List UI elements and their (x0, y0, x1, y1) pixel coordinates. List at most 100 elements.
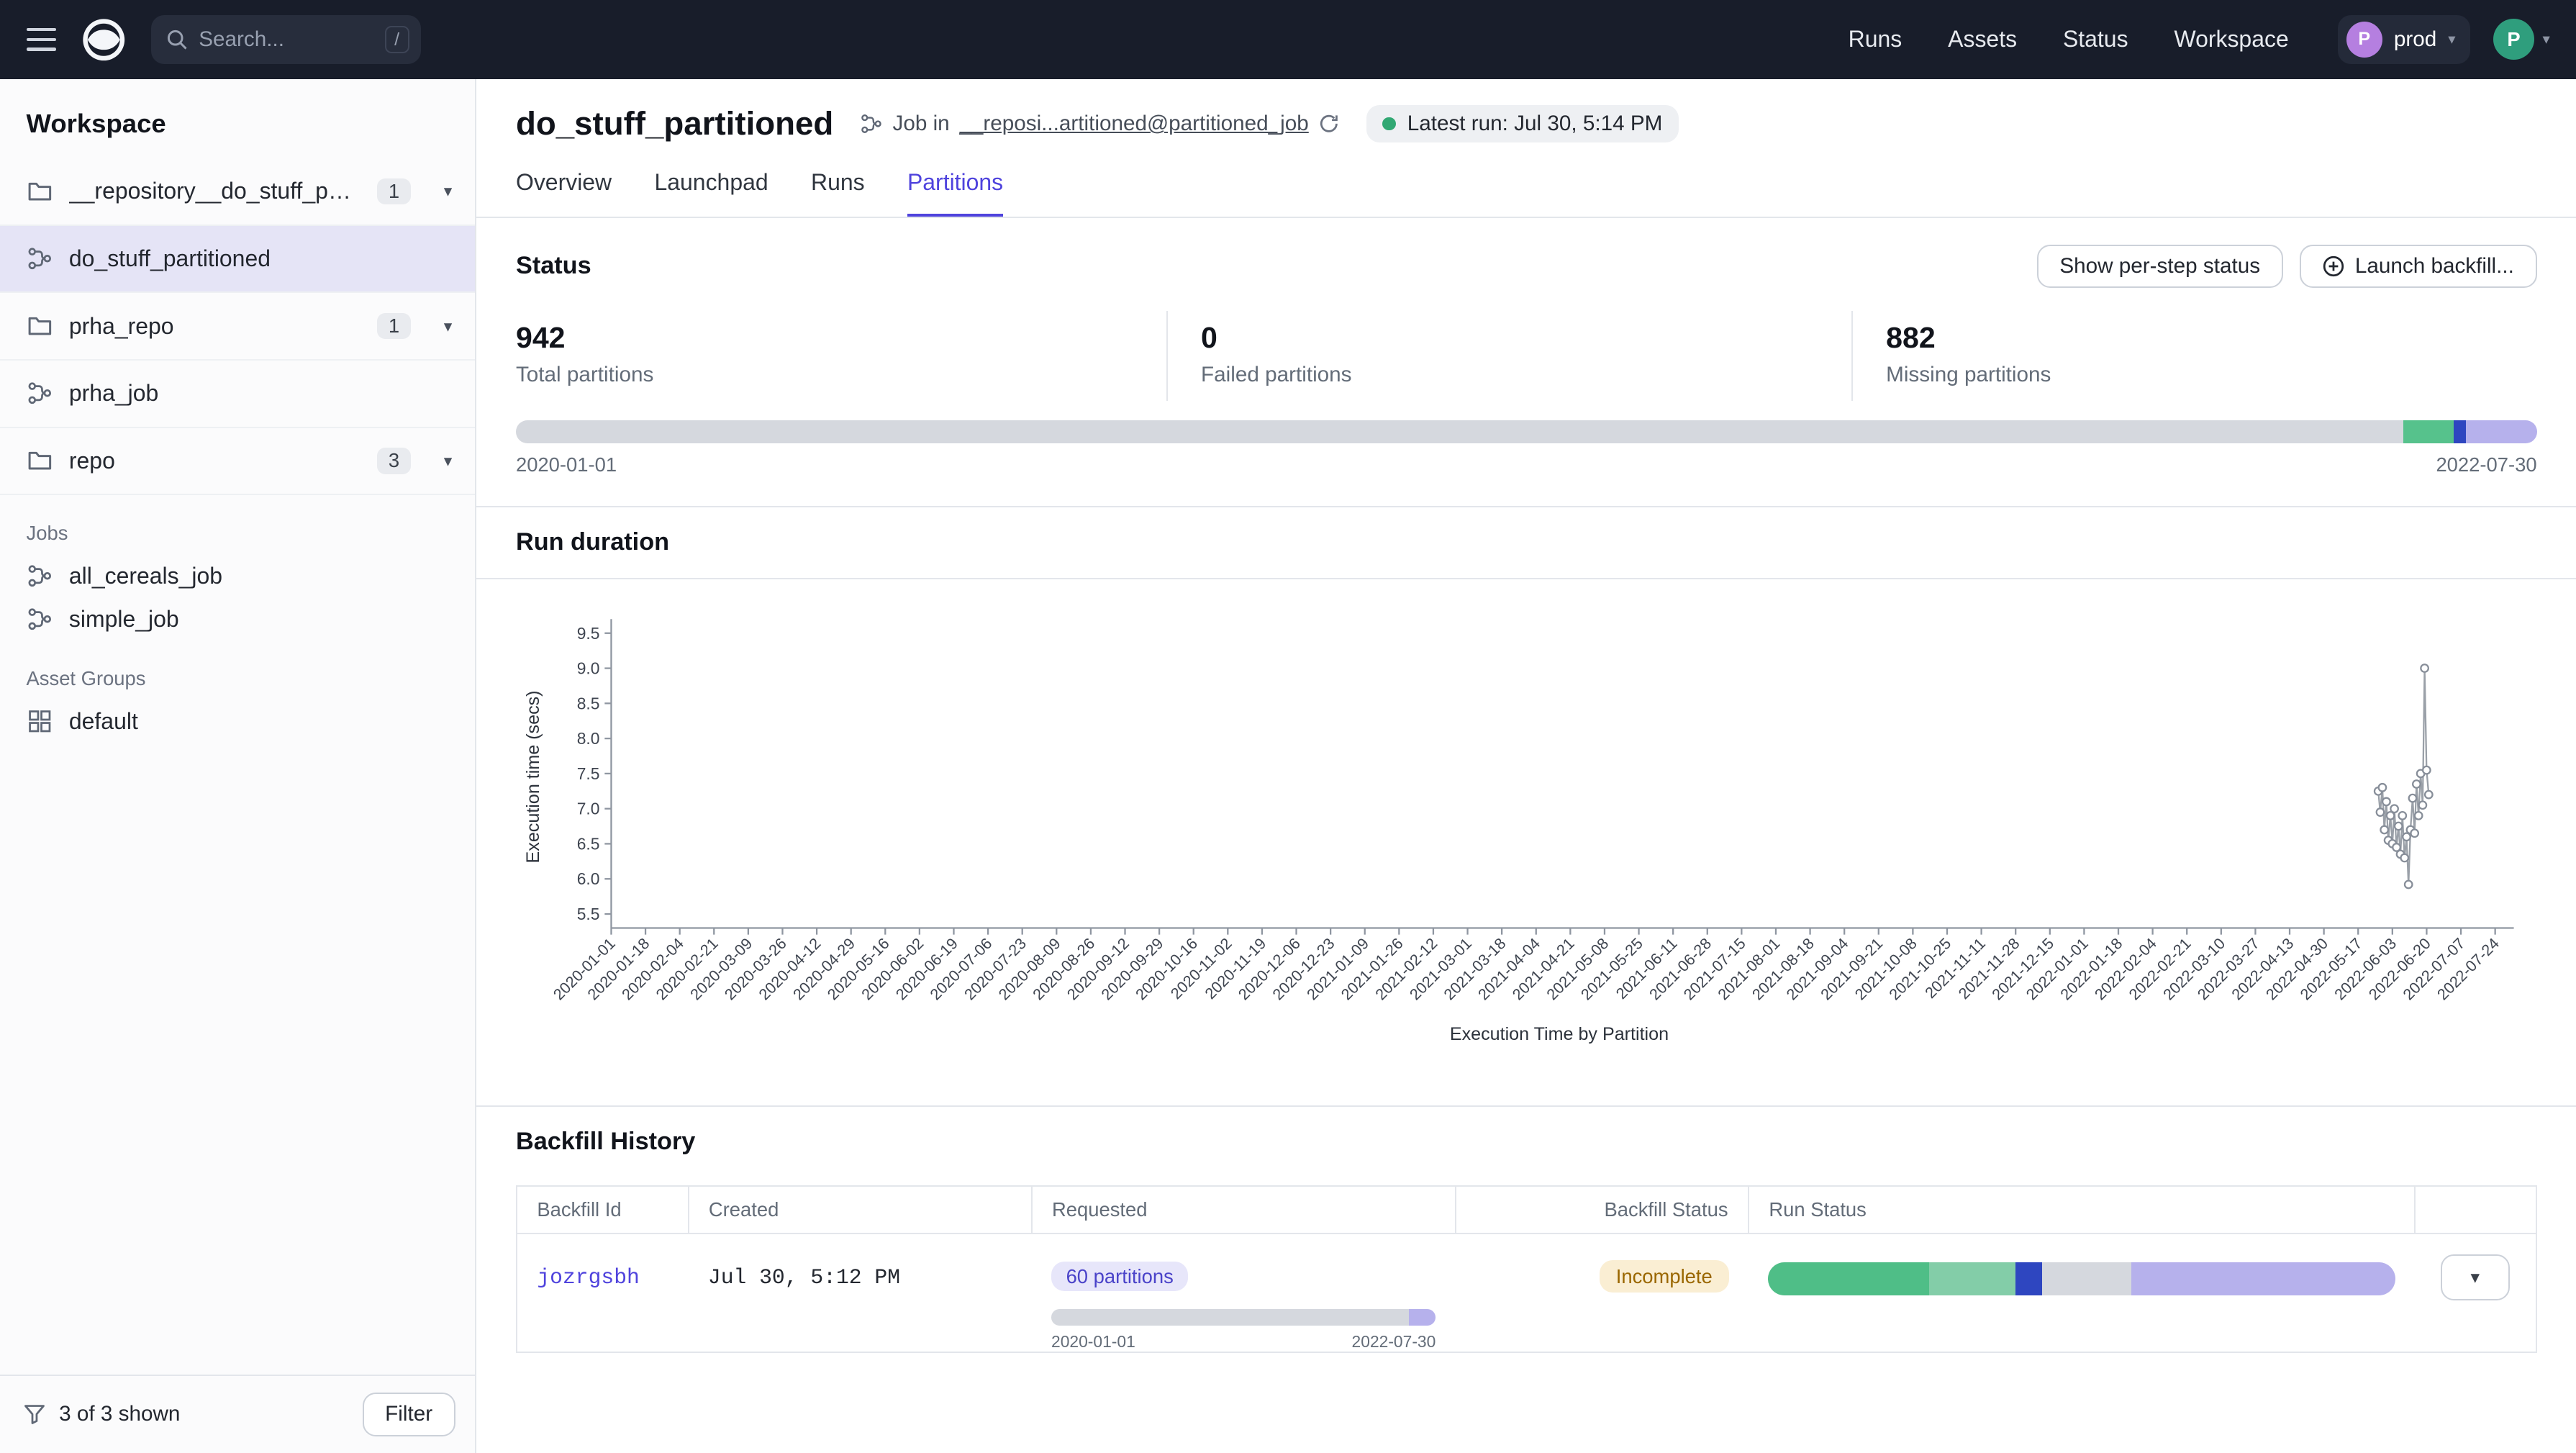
partition-bar-labels: 2020-01-01 2022-07-30 (516, 453, 2537, 476)
backfill-row-menu-button[interactable]: ▾ (2441, 1254, 2510, 1300)
backfill-status-badge: Incomplete (1600, 1260, 1729, 1293)
sidebar-item-default[interactable]: default (0, 700, 475, 743)
search-placeholder: Search... (199, 27, 373, 52)
backfill-table-row: jozrgsbh Jul 30, 5:12 PM 60 partitions 2… (517, 1234, 2536, 1352)
tab-runs[interactable]: Runs (811, 169, 865, 217)
status-section-title: Status (516, 252, 591, 280)
chevron-down-icon[interactable]: ▾ (444, 317, 452, 336)
dagster-logo-icon[interactable] (79, 15, 129, 65)
svg-text:9.5: 9.5 (577, 623, 600, 642)
search-icon (166, 29, 188, 50)
partition-stats: 942Total partitions0Failed partitions882… (516, 311, 2537, 400)
job-icon (27, 606, 53, 633)
tab-overview[interactable]: Overview (516, 169, 612, 217)
bar-segment (2403, 420, 2454, 443)
stat-label: Missing partitions (1886, 363, 2536, 387)
nav-link-runs[interactable]: Runs (1849, 26, 1902, 53)
job-icon (27, 563, 53, 589)
data-point (2421, 664, 2428, 672)
job-icon (27, 245, 53, 272)
stat-value: 0 (1201, 321, 1851, 355)
requested-range-labels: 2020-01-01 2022-07-30 (1051, 1332, 1436, 1352)
filter-icon (23, 1403, 46, 1426)
data-point (2398, 812, 2406, 820)
chart-y-axis-label: Execution time (secs) (523, 690, 543, 863)
sidebar-footer: 3 of 3 shown Filter (0, 1375, 475, 1452)
chevron-down-icon[interactable]: ▾ (444, 451, 452, 471)
svg-text:6.0: 6.0 (577, 869, 600, 888)
page-title: do_stuff_partitioned (516, 105, 833, 142)
job-icon (27, 380, 53, 407)
top-navigation-bar: Search... / Runs Assets Status Workspace P … (0, 0, 2576, 79)
data-point (2377, 808, 2385, 816)
hamburger-menu-icon[interactable] (27, 28, 56, 51)
section-label-jobs: Jobs (0, 495, 475, 554)
sidebar-item-repository-do-stuff-partitio[interactable]: __repository__do_stuff_partitio...1▾ (0, 158, 475, 226)
sidebar-item-simple-job[interactable]: simple_job (0, 597, 475, 641)
tab-partitions[interactable]: Partitions (907, 169, 1003, 217)
sidebar-item-prha-repo[interactable]: prha_repo1▾ (0, 293, 475, 361)
run-duration-chart: Execution time (secs) Execution Time by … (516, 606, 2553, 1082)
bar-segment (2454, 420, 2466, 443)
bar-segment (1051, 1309, 1409, 1326)
backfill-id-link[interactable]: jozrgsbh (537, 1265, 639, 1290)
requested-partitions-chip[interactable]: 60 partitions (1051, 1262, 1188, 1291)
deployment-switcher[interactable]: P prod ▾ (2338, 15, 2470, 64)
stat-value: 942 (516, 321, 1166, 355)
sidebar-item-label: repo (69, 448, 115, 474)
item-count-badge: 1 (377, 178, 411, 205)
column-header-run-status: Run Status (1749, 1186, 2415, 1234)
latest-run-chip[interactable]: Latest run: Jul 30, 5:14 PM (1366, 105, 1679, 142)
show-per-step-status-button[interactable]: Show per-step status (2037, 245, 2283, 289)
folder-icon (27, 178, 53, 205)
bar-segment (1929, 1262, 2015, 1295)
chevron-down-icon: ▾ (2448, 32, 2455, 47)
stat-label: Failed partitions (1201, 363, 1851, 387)
stat-total-partitions: 942Total partitions (516, 311, 1166, 400)
run-duration-title: Run duration (516, 528, 2537, 556)
run-status-bar[interactable] (1768, 1262, 2395, 1295)
deployment-label: prod (2394, 27, 2436, 52)
topnav-links: Runs Assets Status Workspace (1849, 26, 2289, 53)
bar-segment (2466, 420, 2536, 443)
item-count-badge: 1 (377, 313, 411, 340)
stat-failed-partitions: 0 Failed partitions (1166, 311, 1851, 400)
folder-icon (27, 313, 53, 340)
run-duration-header: Run duration (476, 507, 2576, 579)
asset-group-icon (27, 708, 53, 735)
data-point (2395, 822, 2403, 830)
column-header-requested: Requested (1032, 1186, 1456, 1234)
backfill-table-area: Backfill IdCreatedRequestedBackfill Stat… (476, 1172, 2576, 1353)
nav-link-assets[interactable]: Assets (1948, 26, 2017, 53)
chevron-down-icon[interactable]: ▾ (444, 181, 452, 201)
requested-range-end: 2022-07-30 (1352, 1332, 1436, 1352)
search-input[interactable]: Search... / (151, 15, 420, 65)
sidebar-item-do-stuff-partitioned[interactable]: do_stuff_partitioned (0, 226, 475, 294)
filter-button[interactable]: Filter (363, 1393, 455, 1436)
sidebar-item-label: all_cereals_job (69, 563, 222, 589)
data-point (2419, 801, 2427, 809)
job-breadcrumb-prefix: Job in (892, 112, 949, 136)
tab-launchpad[interactable]: Launchpad (655, 169, 768, 217)
user-menu[interactable]: P ▾ (2493, 19, 2550, 60)
launch-backfill-button[interactable]: Launch backfill... (2300, 245, 2537, 289)
svg-text:8.0: 8.0 (577, 729, 600, 748)
partition-status-bar[interactable] (516, 420, 2537, 443)
sidebar-item-label: default (69, 708, 138, 735)
sidebar-item-all-cereals-job[interactable]: all_cereals_job (0, 554, 475, 597)
refresh-icon[interactable] (1318, 113, 1340, 135)
data-point (2400, 854, 2408, 861)
job-breadcrumb: Job in __reposi...artitioned@partitioned… (860, 112, 1340, 136)
nav-link-workspace[interactable]: Workspace (2174, 26, 2288, 53)
job-breadcrumb-link[interactable]: __reposi...artitioned@partitioned_job (959, 112, 1308, 136)
nav-link-status[interactable]: Status (2063, 26, 2128, 53)
workspace-sidebar: Workspace __repository__do_stuff_partiti… (0, 79, 476, 1453)
bar-segment (2131, 1262, 2395, 1295)
sidebar-item-repo[interactable]: repo3▾ (0, 428, 475, 496)
data-point (2390, 805, 2398, 812)
bar-segment (1768, 1262, 1929, 1295)
sidebar-item-prha-job[interactable]: prha_job (0, 361, 475, 428)
main-content: do_stuff_partitioned Job in __reposi...a… (476, 79, 2576, 1453)
data-point (2411, 829, 2418, 837)
status-section: Status Show per-step status Launch backf… (476, 218, 2576, 507)
